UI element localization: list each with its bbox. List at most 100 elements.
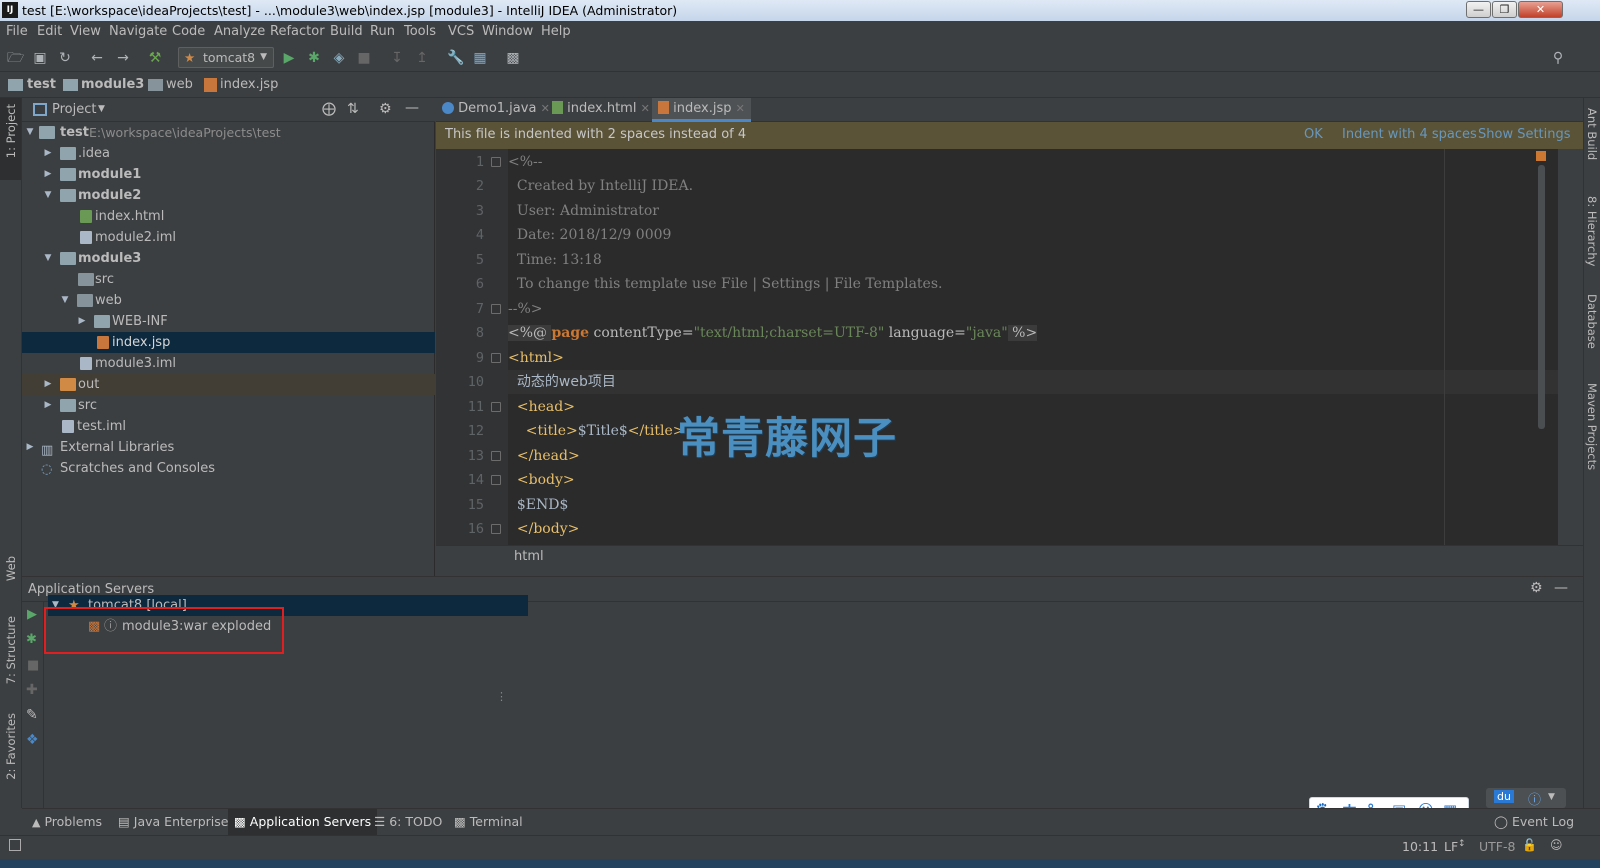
menu-refactor[interactable]: Refactor — [270, 24, 325, 39]
collapsed-arrow-icon[interactable]: ▶ — [76, 311, 88, 332]
line-separator[interactable]: LF — [1444, 839, 1458, 854]
menu-analyze[interactable]: Analyze — [214, 24, 265, 39]
event-log-button[interactable]: ◯ Event Log — [1488, 809, 1580, 836]
tree-item-web[interactable]: ▼ web — [22, 290, 435, 311]
tab-application-servers[interactable]: ▩ Application Servers — [228, 809, 378, 836]
favorites-tool-label[interactable]: 2: Favorites — [4, 713, 18, 780]
tree-item-module3[interactable]: ▼ module3 — [22, 248, 435, 269]
collapsed-arrow-icon[interactable]: ▶ — [42, 395, 54, 416]
editor-scrollbar[interactable] — [1538, 165, 1545, 429]
minimize-icon[interactable]: — — [1466, 1, 1491, 18]
fold-marker-icon[interactable] — [491, 475, 501, 485]
memory-indicator-icon[interactable]: ☺ — [1550, 838, 1563, 852]
tab-index-html[interactable]: index.html ✕ — [546, 98, 656, 122]
hierarchy-tool-label[interactable]: 8: Hierarchy — [1585, 196, 1599, 266]
chevron-down-icon[interactable]: ▼ — [1548, 792, 1555, 802]
sync-icon[interactable]: ↻ — [57, 50, 73, 66]
debug-icon[interactable]: ✱ — [26, 632, 37, 647]
vcs-commit-icon[interactable]: ↥ — [414, 50, 430, 66]
menu-file[interactable]: File — [6, 24, 28, 39]
collapsed-arrow-icon[interactable]: ▶ — [24, 437, 36, 458]
fold-marker-icon[interactable] — [491, 157, 501, 167]
search-everywhere-icon[interactable]: ⚲ — [1550, 50, 1566, 66]
collapse-all-icon[interactable]: ⇅ — [347, 101, 359, 117]
hide-panel-icon[interactable]: — — [405, 100, 419, 116]
fold-marker-icon[interactable] — [491, 524, 501, 534]
debug-icon[interactable]: ✱ — [306, 50, 322, 66]
file-encoding[interactable]: UTF-8 — [1479, 839, 1515, 854]
tree-item-scratches[interactable]: ◌ Scratches and Consoles — [22, 458, 435, 479]
gear-icon[interactable]: ⚙ — [1530, 580, 1543, 596]
tree-item-test[interactable]: ▼ test E:\workspace\ideaProjects\test — [22, 122, 435, 143]
menu-code[interactable]: Code — [172, 24, 205, 39]
breadcrumb-project[interactable]: test — [27, 77, 56, 92]
hide-panel-icon[interactable]: — — [1554, 580, 1568, 596]
back-icon[interactable]: ← — [89, 50, 105, 66]
tab-problems[interactable]: ▲ Problems — [26, 809, 108, 836]
tree-item-external-libraries[interactable]: ▶ ▥ External Libraries — [22, 437, 435, 458]
settings-icon[interactable]: 🔧 — [447, 50, 464, 66]
expanded-arrow-icon[interactable]: ▼ — [24, 122, 36, 143]
tree-item-out[interactable]: ▶ out — [22, 374, 435, 395]
collapsed-arrow-icon[interactable]: ▶ — [42, 374, 54, 395]
run-config-selector[interactable]: ★ tomcat8 ▼ — [178, 47, 274, 68]
project-tool-tab[interactable]: 1: Project — [0, 98, 21, 180]
ant-build-tool-label[interactable]: Ant Build — [1585, 108, 1599, 160]
run-icon[interactable]: ▶ — [281, 50, 297, 66]
tree-item-module3-iml[interactable]: module3.iml — [22, 353, 435, 374]
menu-tools[interactable]: Tools — [404, 24, 436, 39]
tree-item-web-inf[interactable]: ▶ WEB-INF — [22, 311, 435, 332]
locate-icon[interactable]: ⨁ — [322, 101, 336, 117]
run-icon[interactable]: ▶ — [27, 607, 37, 622]
menu-vcs[interactable]: VCS — [448, 24, 474, 39]
menu-view[interactable]: View — [70, 24, 101, 39]
close-icon[interactable]: ✕ — [641, 102, 650, 115]
editor-crumb-html[interactable]: html — [514, 546, 544, 568]
breadcrumb-file[interactable]: index.jsp — [220, 77, 278, 92]
expanded-arrow-icon[interactable]: ▼ — [42, 185, 54, 206]
artifact-icon[interactable]: ❖ — [26, 732, 39, 748]
maven-tool-label[interactable]: Maven Projects — [1585, 383, 1599, 470]
menu-edit[interactable]: Edit — [37, 24, 62, 39]
gear-icon[interactable]: ⚙ — [379, 101, 392, 117]
chevron-down-icon[interactable]: ▼ — [98, 104, 105, 114]
tab-demo1-java[interactable]: Demo1.java ✕ — [436, 98, 556, 122]
tree-item-test-iml[interactable]: test.iml — [22, 416, 435, 437]
expanded-arrow-icon[interactable]: ▼ — [42, 248, 54, 269]
menu-help[interactable]: Help — [541, 24, 571, 39]
coverage-icon[interactable]: ◈ — [331, 50, 347, 66]
fold-marker-icon[interactable] — [491, 353, 501, 363]
code-editor[interactable]: <%-- Created by IntelliJ IDEA. User: Adm… — [508, 149, 1558, 545]
deploy-icon[interactable]: ✚ — [26, 682, 38, 698]
fold-marker-icon[interactable] — [491, 402, 501, 412]
banner-settings-link[interactable]: Show Settings — [1478, 122, 1571, 148]
tree-item-src-root[interactable]: ▶ src — [22, 395, 435, 416]
help-icon[interactable]: ⓘ — [1528, 789, 1541, 808]
menu-build[interactable]: Build — [330, 24, 363, 39]
lock-icon[interactable]: 🔓 — [1522, 838, 1537, 852]
expanded-arrow-icon[interactable]: ▼ — [59, 290, 71, 311]
tab-index-jsp[interactable]: index.jsp ✕ — [652, 98, 751, 122]
collapsed-arrow-icon[interactable]: ▶ — [42, 164, 54, 185]
collapsed-arrow-icon[interactable]: ▶ — [42, 143, 54, 164]
vcs-update-icon[interactable]: ↧ — [389, 50, 405, 66]
inspection-status-icon[interactable] — [1536, 151, 1546, 161]
tree-item-idea[interactable]: ▶ .idea — [22, 143, 435, 164]
build-icon[interactable]: ⚒ — [147, 50, 163, 66]
web-tool-label[interactable]: Web — [4, 556, 18, 581]
maximize-icon[interactable]: ❐ — [1492, 1, 1517, 18]
edit-config-icon[interactable]: ✎ — [26, 707, 38, 723]
save-icon[interactable]: ▣ — [32, 50, 48, 66]
tab-todo[interactable]: ☰ 6: TODO — [368, 809, 448, 836]
tree-item-module2[interactable]: ▼ module2 — [22, 185, 435, 206]
breadcrumb-module[interactable]: module3 — [81, 77, 144, 92]
project-structure-icon[interactable]: ▦ — [472, 50, 488, 66]
tree-item-module1[interactable]: ▶ module1 — [22, 164, 435, 185]
stop-icon[interactable]: ■ — [356, 50, 372, 66]
structure-tool-label[interactable]: 7: Structure — [4, 616, 18, 684]
menu-window[interactable]: Window — [482, 24, 533, 39]
banner-indent-link[interactable]: Indent with 4 spaces — [1342, 122, 1477, 148]
menu-navigate[interactable]: Navigate — [109, 24, 167, 39]
database-tool-label[interactable]: Database — [1585, 294, 1599, 349]
open-icon[interactable]: 🗁 — [7, 50, 24, 66]
